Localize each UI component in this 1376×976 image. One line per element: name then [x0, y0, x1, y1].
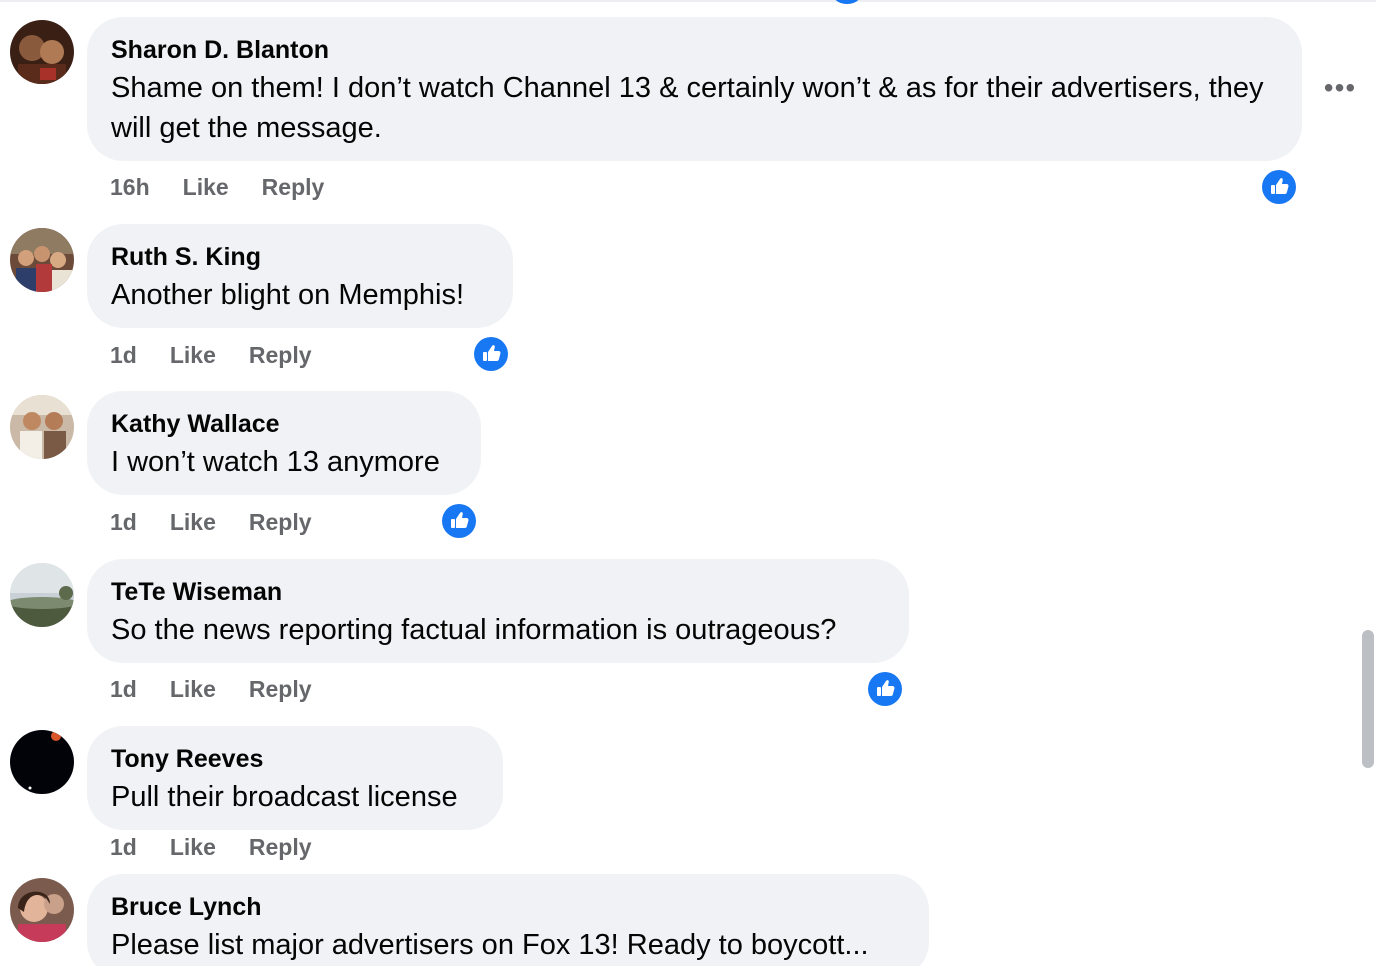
- comment-text: Shame on them! I don’t watch Channel 13 …: [111, 72, 1264, 144]
- comment-actions: 1d Like Reply: [110, 676, 312, 703]
- comment-actions: 1d Like Reply: [110, 342, 312, 369]
- comments-page: Sharon D. Blanton Shame on them! I don’t…: [0, 0, 1376, 976]
- comment-bubble: Ruth S. King Another blight on Memphis!: [87, 224, 513, 328]
- reply-button[interactable]: Reply: [249, 509, 312, 536]
- comment-author[interactable]: Kathy Wallace: [111, 409, 457, 439]
- avatar[interactable]: [10, 563, 74, 627]
- comment-text: Another blight on Memphis!: [111, 279, 465, 311]
- comment-bubble: Sharon D. Blanton Shame on them! I don’t…: [87, 17, 1302, 161]
- comment-actions: 1d Like Reply: [110, 834, 312, 861]
- reply-button[interactable]: Reply: [249, 676, 312, 703]
- comment-text: So the news reporting factual informatio…: [111, 614, 837, 646]
- avatar[interactable]: [10, 20, 74, 84]
- bottom-edge: [0, 966, 1376, 976]
- avatar[interactable]: [10, 878, 74, 942]
- comment-bubble: Tony Reeves Pull their broadcast license: [87, 726, 503, 830]
- like-button[interactable]: Like: [170, 509, 216, 536]
- scrollbar-thumb[interactable]: [1362, 630, 1374, 768]
- comment-timestamp[interactable]: 1d: [110, 342, 137, 369]
- comment-actions: 1d Like Reply: [110, 509, 312, 536]
- comment-author[interactable]: Ruth S. King: [111, 242, 489, 272]
- more-options-icon[interactable]: •••: [1322, 74, 1358, 102]
- avatar[interactable]: [10, 228, 74, 292]
- top-divider: [0, 0, 1376, 2]
- comment-timestamp[interactable]: 16h: [110, 174, 150, 201]
- comment-author[interactable]: Sharon D. Blanton: [111, 35, 1278, 65]
- like-icon[interactable]: [473, 336, 509, 372]
- comment-timestamp[interactable]: 1d: [110, 509, 137, 536]
- avatar[interactable]: [10, 395, 74, 459]
- partial-like-icon: [834, 0, 860, 4]
- like-icon[interactable]: [867, 671, 903, 707]
- like-button[interactable]: Like: [170, 834, 216, 861]
- comment-actions: 16h Like Reply: [110, 174, 324, 201]
- comment-timestamp[interactable]: 1d: [110, 834, 137, 861]
- like-button[interactable]: Like: [170, 342, 216, 369]
- comment-bubble: Kathy Wallace I won’t watch 13 anymore: [87, 391, 481, 495]
- comment-text: Please list major advertisers on Fox 13!…: [111, 929, 869, 961]
- reply-button[interactable]: Reply: [262, 174, 325, 201]
- comment-timestamp[interactable]: 1d: [110, 676, 137, 703]
- comment-bubble: Bruce Lynch Please list major advertiser…: [87, 874, 929, 976]
- like-button[interactable]: Like: [183, 174, 229, 201]
- like-icon[interactable]: [1261, 169, 1297, 205]
- comment-author[interactable]: Bruce Lynch: [111, 892, 905, 922]
- like-button[interactable]: Like: [170, 676, 216, 703]
- comment-text: Pull their broadcast license: [111, 781, 458, 813]
- like-icon[interactable]: [441, 503, 477, 539]
- reply-button[interactable]: Reply: [249, 834, 312, 861]
- avatar[interactable]: [10, 730, 74, 794]
- reply-button[interactable]: Reply: [249, 342, 312, 369]
- comment-bubble: TeTe Wiseman So the news reporting factu…: [87, 559, 909, 663]
- comment-author[interactable]: TeTe Wiseman: [111, 577, 885, 607]
- comment-author[interactable]: Tony Reeves: [111, 744, 479, 774]
- comment-text: I won’t watch 13 anymore: [111, 446, 440, 478]
